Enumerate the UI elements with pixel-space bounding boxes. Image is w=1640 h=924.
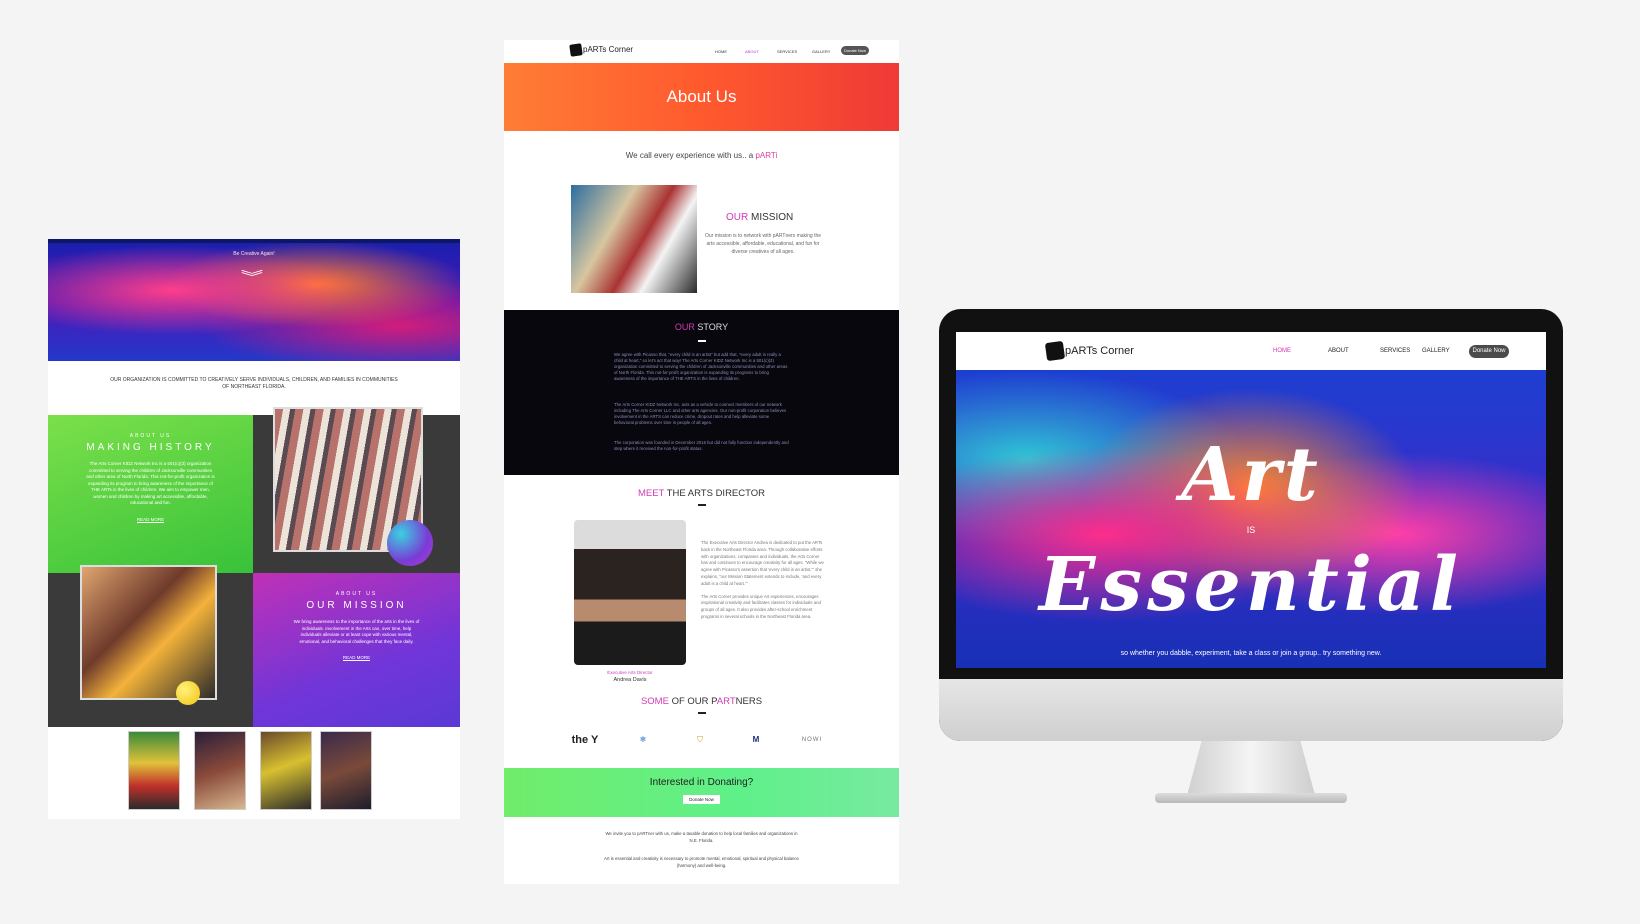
story-heading-highlight: OUR <box>674 322 695 332</box>
history-kicker: ABOUT US <box>129 433 172 439</box>
history-body: The Arts Corner KIDZ Network Inc is a 50… <box>86 461 215 505</box>
tagline-text: We call every experience with us.. a <box>625 151 754 160</box>
mission-body: Our mission is to network with pARTners … <box>704 233 822 255</box>
partners-heading-art: ART <box>716 696 736 707</box>
our-mission-card: ABOUT US OUR MISSION We bring awareness … <box>253 573 460 727</box>
nav-about[interactable]: ABOUT <box>745 49 759 54</box>
director-bio-paragraph: The Arts Corner provides unique Art expe… <box>701 593 821 619</box>
mission-heading-text: MISSION <box>748 212 794 223</box>
hero-title-is: IS <box>1246 525 1256 535</box>
director-bio: The Executive Arts Director Andrea is de… <box>701 540 826 621</box>
story-heading: OUR STORY <box>504 322 899 332</box>
site-logo[interactable]: pARTs Corner <box>1044 340 1134 362</box>
monitor-chin <box>939 679 1563 741</box>
about-page-mockup-center: pARTs Corner HOME ABOUT SERVICES GALLERY… <box>504 40 899 884</box>
nav-about[interactable]: ABOUT <box>1328 348 1349 354</box>
nav-services[interactable]: SERVICES <box>777 49 797 54</box>
donate-section: Interested in Donating? Donate Now <box>504 768 899 817</box>
mission-kicker: ABOUT US <box>335 591 378 597</box>
nav-home[interactable]: HOME <box>715 49 727 54</box>
our-story-section: OUR STORY We agree with Picasso that, "e… <box>504 310 899 475</box>
history-heading: MAKING HISTORY <box>86 442 215 453</box>
home-page-screen: pARTs Corner HOME ABOUT SERVICES GALLERY… <box>956 332 1546 668</box>
hero-subtitle: so whether you dabble, experiment, take … <box>1120 650 1382 657</box>
partners-heading-end: NERS <box>735 696 763 707</box>
donate-now-button[interactable]: Donate Now <box>841 46 869 55</box>
nav-gallery[interactable]: GALLERY <box>1422 348 1450 354</box>
director-heading-highlight: MEET <box>637 488 665 499</box>
story-heading-text: STORY <box>694 322 729 332</box>
director-name: Andrea Davis <box>613 677 647 683</box>
mission-read-more-link[interactable]: READ MORE <box>342 655 371 661</box>
tagline-highlight: pARTi <box>755 151 778 160</box>
mission-heading: OUR MISSION <box>726 212 793 223</box>
gallery-thumb[interactable] <box>260 731 312 810</box>
donate-invite: We invite you to pARTner with us, make a… <box>605 831 798 843</box>
director-heading-text: THE ARTS DIRECTOR <box>664 488 766 499</box>
story-paragraph: We agree with Picasso that, "every child… <box>614 352 788 381</box>
splatter-logo-icon <box>569 43 583 57</box>
decorative-orb <box>387 520 433 566</box>
hero-title-essential: Essential <box>1039 542 1463 628</box>
gallery-thumb[interactable] <box>194 731 246 810</box>
top-navigation: pARTs Corner HOME ABOUT SERVICES GALLERY… <box>504 40 899 63</box>
commitment-statement: OUR ORGANIZATION IS COMMITTED TO CREATIV… <box>110 377 398 390</box>
hero-tagline: Be Creative Again! <box>233 251 275 257</box>
donate-question: Interested in Donating? <box>649 777 754 788</box>
gallery-thumb[interactable] <box>128 731 180 810</box>
tagline: We call every experience with us.. a pAR… <box>504 151 899 160</box>
brand-name: pARTs Corner <box>1065 344 1134 357</box>
donate-now-button[interactable]: Donate Now <box>683 795 720 804</box>
director-title: Executive Arts Director <box>607 670 653 675</box>
partners-heading: SOME OF OUR PARTNERS <box>504 696 899 707</box>
director-bio-paragraph: The Executive Arts Director Andrea is de… <box>701 540 824 586</box>
ymca-logo[interactable]: the Y <box>570 730 600 750</box>
divider <box>698 504 706 506</box>
desktop-monitor: pARTs Corner HOME ABOUT SERVICES GALLERY… <box>939 309 1563 741</box>
making-history-card: ABOUT US MAKING HISTORY The Arts Corner … <box>48 415 253 573</box>
mission-heading-highlight: OUR <box>726 212 749 223</box>
monitor-stand-base <box>1155 793 1347 803</box>
director-heading: MEET THE ARTS DIRECTOR <box>504 488 899 499</box>
chevron-down-icon[interactable]: ︾ <box>241 270 263 284</box>
partners-heading-text: OF OUR P <box>668 696 717 707</box>
nav-services[interactable]: SERVICES <box>1380 348 1410 354</box>
mission-body: We bring awareness to the importance of … <box>293 619 420 644</box>
nowi-logo[interactable]: NOWI <box>797 730 827 750</box>
decorative-orb <box>176 681 200 705</box>
site-logo[interactable]: pARTs Corner <box>569 43 634 57</box>
gallery-thumbnails <box>128 731 380 811</box>
mission-heading: OUR MISSION <box>306 600 407 611</box>
nav-gallery[interactable]: GALLERY <box>812 49 830 54</box>
divider <box>698 340 706 342</box>
brand-name: pARTs Corner <box>583 45 634 55</box>
director-portrait <box>574 520 686 665</box>
snowflake-logo[interactable]: ❄ <box>628 730 658 750</box>
donate-statement: Art is essential and creativity is neces… <box>604 856 799 868</box>
about-page-mockup-left: Be Creative Again! ︾ OUR ORGANIZATION IS… <box>48 239 460 819</box>
gallery-thumb[interactable] <box>320 731 372 810</box>
partners-heading-highlight: SOME <box>640 696 669 707</box>
nav-home[interactable]: HOME <box>1273 348 1291 354</box>
monitor-bezel <box>939 668 1563 679</box>
child-painting-photo <box>80 565 217 700</box>
divider <box>698 712 706 714</box>
story-paragraph: The corporation was founded in December … <box>614 440 789 451</box>
m-logo[interactable]: M <box>741 730 771 750</box>
crest-logo[interactable]: ⛉ <box>685 730 715 750</box>
hero-banner: Be Creative Again! ︾ <box>48 239 460 361</box>
hero-title-art: Art <box>1181 432 1321 518</box>
history-read-more-link[interactable]: READ MORE <box>136 517 165 523</box>
mission-photo <box>571 185 697 293</box>
story-paragraph: The Arts Corner KIDZ Network Inc. acts a… <box>614 402 787 425</box>
top-navigation: pARTs Corner HOME ABOUT SERVICES GALLERY… <box>956 332 1546 370</box>
monitor-stand <box>1186 741 1316 799</box>
splatter-logo-icon <box>1044 340 1066 362</box>
hero-banner: Art IS Essential so whether you dabble, … <box>956 370 1546 668</box>
donate-now-button[interactable]: Donate Now <box>1469 345 1509 358</box>
page-title: About Us <box>504 63 899 131</box>
